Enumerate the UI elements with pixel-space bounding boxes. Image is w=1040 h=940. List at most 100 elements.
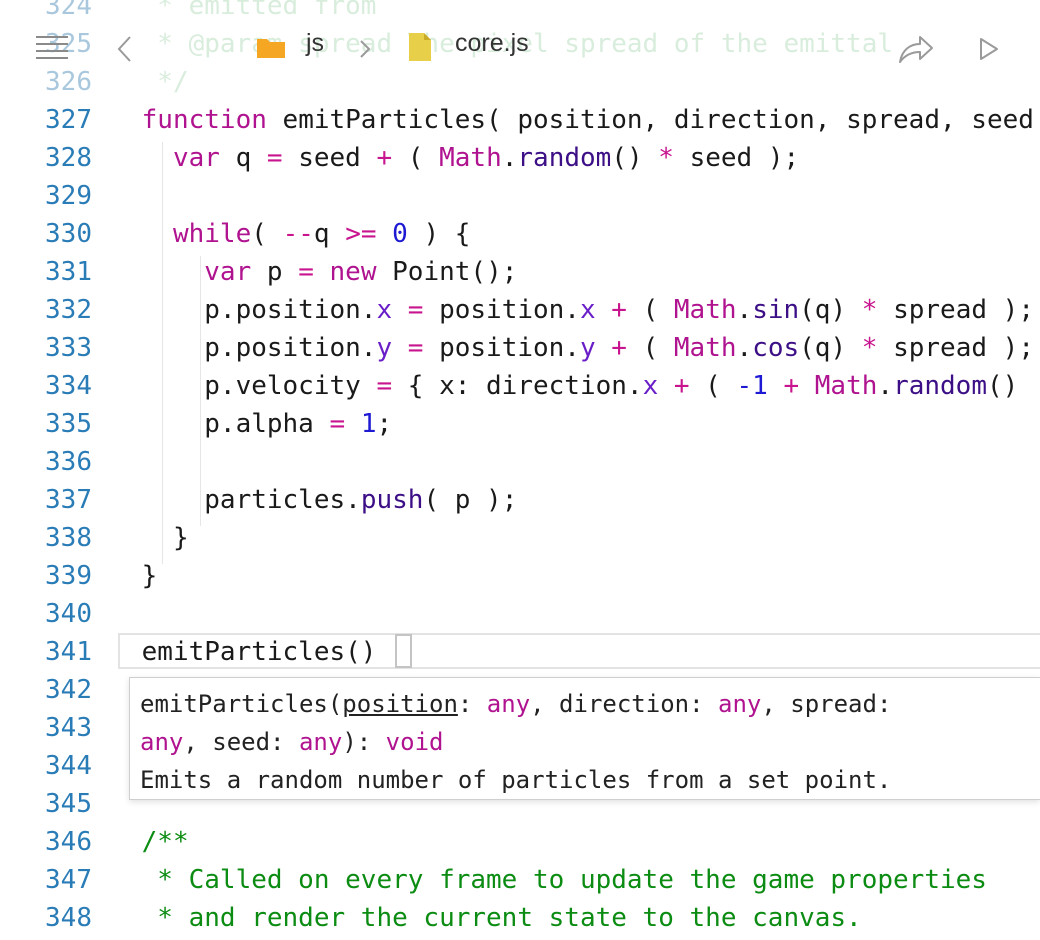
code-token: function	[141, 105, 267, 135]
code-token: Math	[673, 333, 737, 363]
code-line[interactable]: 347 * Called on every frame to update th…	[0, 861, 1040, 899]
code-text: p.position.x = position.x + ( Math.sin(q…	[126, 291, 1034, 329]
line-number: 335	[45, 409, 92, 439]
code-token: q	[219, 143, 267, 173]
code-token: /**	[126, 827, 189, 857]
code-line[interactable]: 329	[0, 177, 1040, 215]
code-token: * Called on every frame to update the ga…	[126, 865, 987, 895]
code-token: --	[282, 219, 314, 249]
line-number: 327	[45, 105, 92, 135]
play-icon[interactable]	[978, 36, 1000, 62]
code-line[interactable]: 339 }	[0, 557, 1040, 595]
code-token: var	[204, 257, 252, 287]
code-line[interactable]: 333 p.position.y = position.y + ( Math.c…	[0, 329, 1040, 367]
code-text: while( --q >= 0 ) {	[126, 215, 470, 253]
code-token: Math	[814, 371, 878, 401]
code-line[interactable]: 328 var q = seed + ( Math.random() * see…	[0, 139, 1040, 177]
folder-icon	[256, 36, 286, 60]
code-token: var	[172, 143, 220, 173]
code-token: 0	[392, 219, 408, 249]
code-token: y	[579, 333, 596, 363]
line-number: 347	[45, 865, 92, 895]
code-token: .	[501, 143, 518, 173]
code-text: var p = new Point();	[126, 253, 517, 291]
document-icon	[408, 32, 432, 62]
signature-help-tooltip: emitParticles(position: any, direction: …	[129, 677, 1040, 800]
code-token: (	[689, 371, 737, 401]
code-token: =	[329, 409, 346, 439]
line-number: 330	[45, 219, 92, 249]
code-line[interactable]: 330 while( --q >= 0 ) {	[0, 215, 1040, 253]
code-line[interactable]: 338 }	[0, 519, 1040, 557]
signature-separator: , seed:	[183, 728, 299, 756]
code-token: p.alpha	[126, 409, 330, 439]
code-token: +	[611, 295, 627, 325]
line-number: 339	[45, 561, 92, 591]
code-text: emitParticles()	[126, 633, 377, 671]
code-token: position.	[423, 333, 580, 363]
line-number: 338	[45, 523, 92, 553]
line-number: 331	[45, 257, 92, 287]
code-line[interactable]: 334 p.velocity = { x: direction.x + ( -1…	[0, 367, 1040, 405]
code-line[interactable]: 337 particles.push( p );	[0, 481, 1040, 519]
code-token: emitParticles()	[126, 637, 377, 667]
code-line[interactable]: 348 * and render the current state to th…	[0, 899, 1040, 937]
code-token: ()	[986, 371, 1019, 401]
breadcrumb-folder-label[interactable]: js	[306, 28, 324, 58]
breadcrumb-file-label[interactable]: core.js	[455, 28, 529, 58]
code-token: new	[329, 257, 377, 287]
signature-type: any	[140, 728, 184, 756]
line-number: 328	[45, 143, 92, 173]
line-number: 342	[45, 675, 92, 705]
chevron-left-icon[interactable]	[116, 35, 134, 63]
code-token: (	[626, 295, 674, 325]
code-token: emitParticles( position, direction, spre…	[266, 105, 1040, 135]
code-token: spread );	[877, 295, 1034, 325]
code-line[interactable]: 335 p.alpha = 1;	[0, 405, 1040, 443]
code-line[interactable]: 341 emitParticles()	[0, 633, 1040, 671]
signature-paren: (	[327, 690, 343, 718]
code-token: * and render the current state to the ca…	[126, 903, 862, 933]
code-token: p.position.	[126, 333, 377, 363]
code-token: Point();	[376, 257, 518, 287]
code-line[interactable]: 346 /**	[0, 823, 1040, 861]
code-token: q	[313, 219, 346, 249]
code-token: ()	[611, 143, 659, 173]
signature-line-1: emitParticles(position: any, direction: …	[140, 685, 1030, 723]
share-arrow-icon[interactable]	[898, 34, 934, 64]
code-text: var q = seed + ( Math.random() * seed );	[126, 139, 799, 177]
code-line[interactable]: 340	[0, 595, 1040, 633]
hamburger-menu-icon[interactable]	[36, 34, 68, 62]
code-token: >=	[345, 219, 377, 249]
signature-type: any	[298, 728, 343, 756]
code-token: =	[376, 371, 393, 401]
line-number: 344	[45, 751, 92, 781]
code-token: y	[376, 333, 393, 363]
code-token: -1	[736, 371, 768, 401]
line-number: 345	[45, 789, 92, 819]
code-token: p.velocity	[126, 371, 377, 401]
code-token: +	[783, 371, 800, 401]
signature-line-2: any, seed: any): void	[140, 723, 1030, 761]
code-line[interactable]: 331 var p = new Point();	[0, 253, 1040, 291]
code-token: }	[126, 561, 158, 591]
line-number: 334	[45, 371, 92, 401]
code-token: +	[673, 371, 690, 401]
code-text: * and render the current state to the ca…	[126, 899, 862, 937]
signature-description: Emits a random number of particles from …	[140, 766, 892, 794]
code-line[interactable]: 332 p.position.x = position.x + ( Math.s…	[0, 291, 1040, 329]
code-line[interactable]: 327 function emitParticles( position, di…	[0, 101, 1040, 139]
code-token: seed );	[673, 143, 800, 173]
signature-colon: :	[457, 690, 487, 718]
code-line[interactable]: 336	[0, 443, 1040, 481]
code-token: random	[893, 371, 987, 401]
code-token: sin	[752, 295, 800, 325]
